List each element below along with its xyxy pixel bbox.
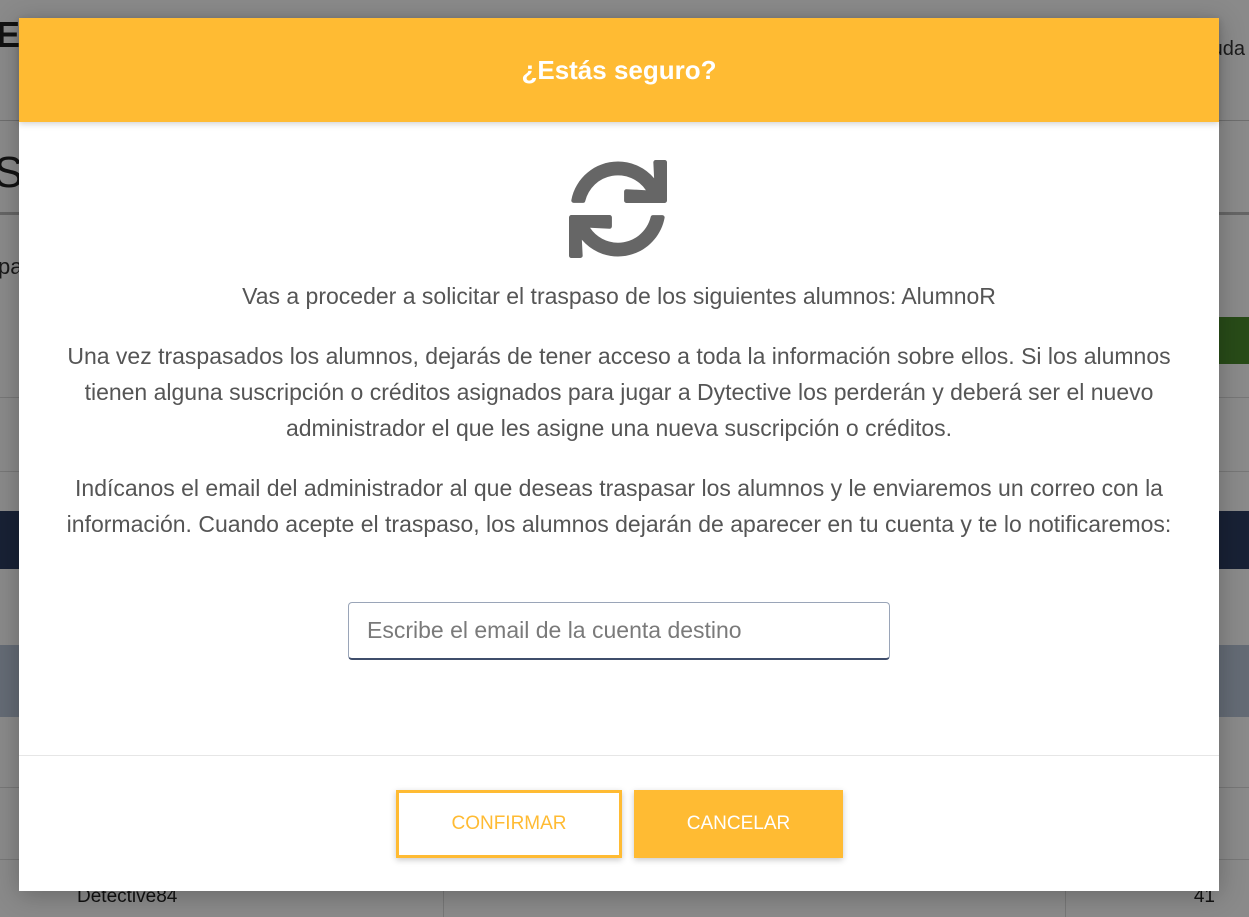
transfer-warning-message: Una vez traspasados los alumnos, dejarás…	[67, 343, 1171, 441]
cancel-button[interactable]: Cancelar	[634, 790, 843, 858]
dialog-body: Vas a proceder a solicitar el traspaso d…	[19, 122, 1219, 755]
dialog-footer: Confirmar Cancelar	[19, 755, 1219, 891]
transfer-instructions-message: Indícanos el email del administrador al …	[66, 475, 1172, 537]
transfer-students-message: Vas a proceder a solicitar el traspaso d…	[242, 283, 996, 309]
destination-email-input[interactable]	[348, 602, 890, 660]
dialog-header: ¿Estás seguro?	[19, 18, 1219, 122]
confirm-button[interactable]: Confirmar	[396, 790, 622, 858]
sync-icon	[569, 160, 667, 258]
confirm-transfer-dialog: ¿Estás seguro? Vas a proceder a solicita…	[19, 18, 1219, 891]
dialog-title: ¿Estás seguro?	[521, 54, 717, 85]
